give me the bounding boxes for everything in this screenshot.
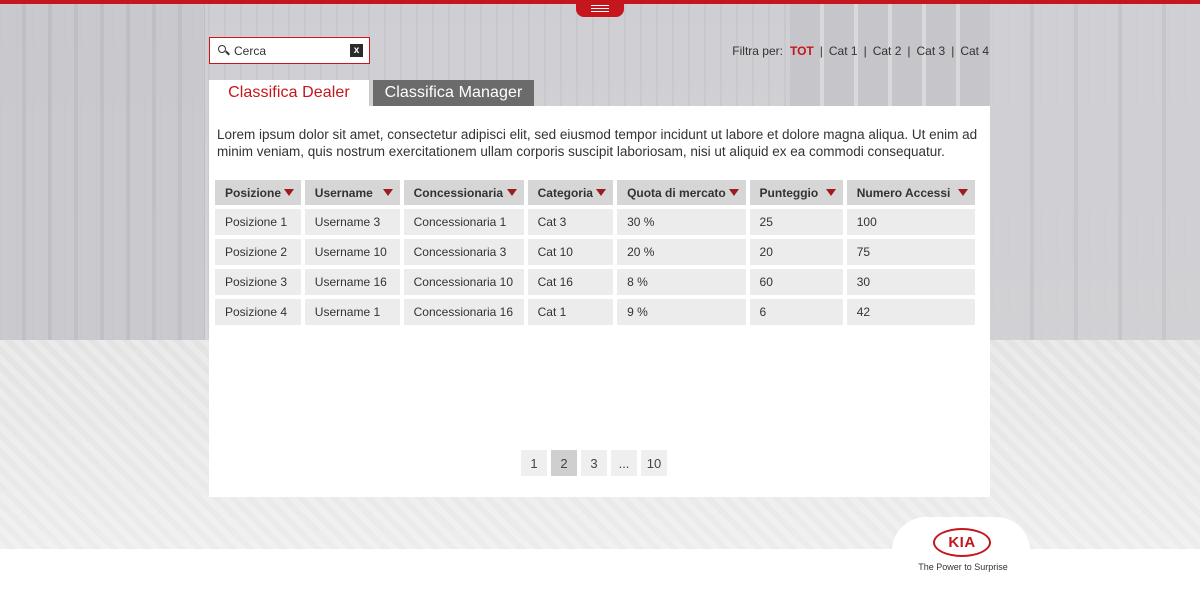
table-cell: Username 1 <box>304 299 400 325</box>
pagination: 1 2 3 ... 10 <box>521 450 667 476</box>
page-link-2-current[interactable]: 2 <box>551 450 577 476</box>
table-cell: 100 <box>846 209 975 235</box>
column-header-label: Concessionaria <box>413 185 504 200</box>
background-building-left <box>0 0 205 360</box>
table-cell: Posizione 4 <box>215 299 301 325</box>
table-cell: Posizione 3 <box>215 269 301 295</box>
sort-arrow-icon[interactable] <box>283 189 294 196</box>
sort-arrow-icon[interactable] <box>825 189 836 196</box>
clear-search-button[interactable]: x <box>350 44 363 57</box>
sort-arrow-icon[interactable] <box>506 189 517 196</box>
table-cell: Cat 10 <box>527 239 614 265</box>
table-cell: 25 <box>749 209 843 235</box>
column-header-punteggio[interactable]: Punteggio <box>749 180 843 205</box>
table-cell: 20 <box>749 239 843 265</box>
table-cell: Concessionaria 16 <box>403 299 524 325</box>
table-cell: Cat 1 <box>527 299 614 325</box>
filter-separator: | <box>907 44 911 58</box>
sort-arrow-icon[interactable] <box>958 189 968 196</box>
filter-option-cat1[interactable]: Cat 1 <box>829 44 858 58</box>
table-cell: 75 <box>846 239 975 265</box>
column-header-label: Username <box>314 185 373 200</box>
table-cell: 30 <box>846 269 975 295</box>
table-header-row: Posizione Username Concessionaria Catego… <box>215 180 975 205</box>
column-header-label: Quota di mercato <box>627 185 726 200</box>
table-cell: Username 10 <box>304 239 400 265</box>
column-header-label: Posizione <box>225 185 282 200</box>
page-link-1[interactable]: 1 <box>521 450 547 476</box>
table-row: Posizione 2 Username 10 Concessionaria 3… <box>215 239 975 265</box>
hamburger-icon <box>591 5 609 12</box>
filter-option-cat3[interactable]: Cat 3 <box>917 44 946 58</box>
page-link-3[interactable]: 3 <box>581 450 607 476</box>
tab-classifica-manager[interactable]: Classifica Manager <box>373 80 534 106</box>
column-header-categoria[interactable]: Categoria <box>527 180 614 205</box>
table-cell: 42 <box>846 299 975 325</box>
table-cell: 60 <box>749 269 843 295</box>
table-cell: Concessionaria 10 <box>403 269 524 295</box>
column-header-concessionaria[interactable]: Concessionaria <box>403 180 524 205</box>
footer <box>0 549 1200 600</box>
sort-arrow-icon[interactable] <box>382 189 393 196</box>
table-cell: 8 % <box>617 269 746 295</box>
column-header-label: Numero Accessi <box>856 185 951 200</box>
filter-option-tot[interactable]: TOT <box>790 44 814 58</box>
search-icon <box>218 44 232 58</box>
filter-option-cat2[interactable]: Cat 2 <box>873 44 902 58</box>
table-cell: Username 16 <box>304 269 400 295</box>
search-input[interactable] <box>232 43 350 58</box>
search-box: x <box>209 37 370 64</box>
table-cell: 30 % <box>617 209 746 235</box>
category-filter: Filtra per: TOT | Cat 1 | Cat 2 | Cat 3 … <box>732 44 989 58</box>
table-cell: Cat 16 <box>527 269 614 295</box>
column-header-label: Punteggio <box>759 185 819 200</box>
brand-tagline: The Power to Surprise <box>918 562 1008 572</box>
table-cell: Posizione 1 <box>215 209 301 235</box>
table-cell: Posizione 2 <box>215 239 301 265</box>
table-cell: Concessionaria 3 <box>403 239 524 265</box>
filter-separator: | <box>863 44 867 58</box>
intro-text: Lorem ipsum dolor sit amet, consectetur … <box>217 127 978 159</box>
filter-separator: | <box>819 44 823 58</box>
filter-separator: | <box>951 44 955 58</box>
table-row: Posizione 4 Username 1 Concessionaria 16… <box>215 299 975 325</box>
table-cell: 6 <box>749 299 843 325</box>
filter-option-cat4[interactable]: Cat 4 <box>960 44 989 58</box>
kia-logo[interactable]: KIA <box>933 528 991 557</box>
tab-classifica-dealer[interactable]: Classifica Dealer <box>209 80 369 106</box>
column-header-quota[interactable]: Quota di mercato <box>617 180 746 205</box>
menu-toggle-button[interactable] <box>576 0 624 17</box>
ranking-table: Posizione Username Concessionaria Catego… <box>211 176 979 329</box>
page-ellipsis: ... <box>611 450 637 476</box>
table-cell: 20 % <box>617 239 746 265</box>
table-row: Posizione 1 Username 3 Concessionaria 1 … <box>215 209 975 235</box>
table-cell: Cat 3 <box>527 209 614 235</box>
sort-arrow-icon[interactable] <box>728 189 739 196</box>
content-panel: Lorem ipsum dolor sit amet, consectetur … <box>209 106 990 497</box>
kia-logo-text: KIA <box>948 534 976 551</box>
table-row: Posizione 3 Username 16 Concessionaria 1… <box>215 269 975 295</box>
filter-label: Filtra per: <box>732 44 783 58</box>
sort-arrow-icon[interactable] <box>596 189 607 196</box>
column-header-posizione[interactable]: Posizione <box>215 180 301 205</box>
background-building-right <box>990 0 1200 340</box>
column-header-numero-accessi[interactable]: Numero Accessi <box>846 180 975 205</box>
table-cell: Concessionaria 1 <box>403 209 524 235</box>
page-link-10[interactable]: 10 <box>641 450 667 476</box>
table-cell: Username 3 <box>304 209 400 235</box>
table-cell: 9 % <box>617 299 746 325</box>
column-header-label: Categoria <box>537 185 593 200</box>
column-header-username[interactable]: Username <box>304 180 400 205</box>
